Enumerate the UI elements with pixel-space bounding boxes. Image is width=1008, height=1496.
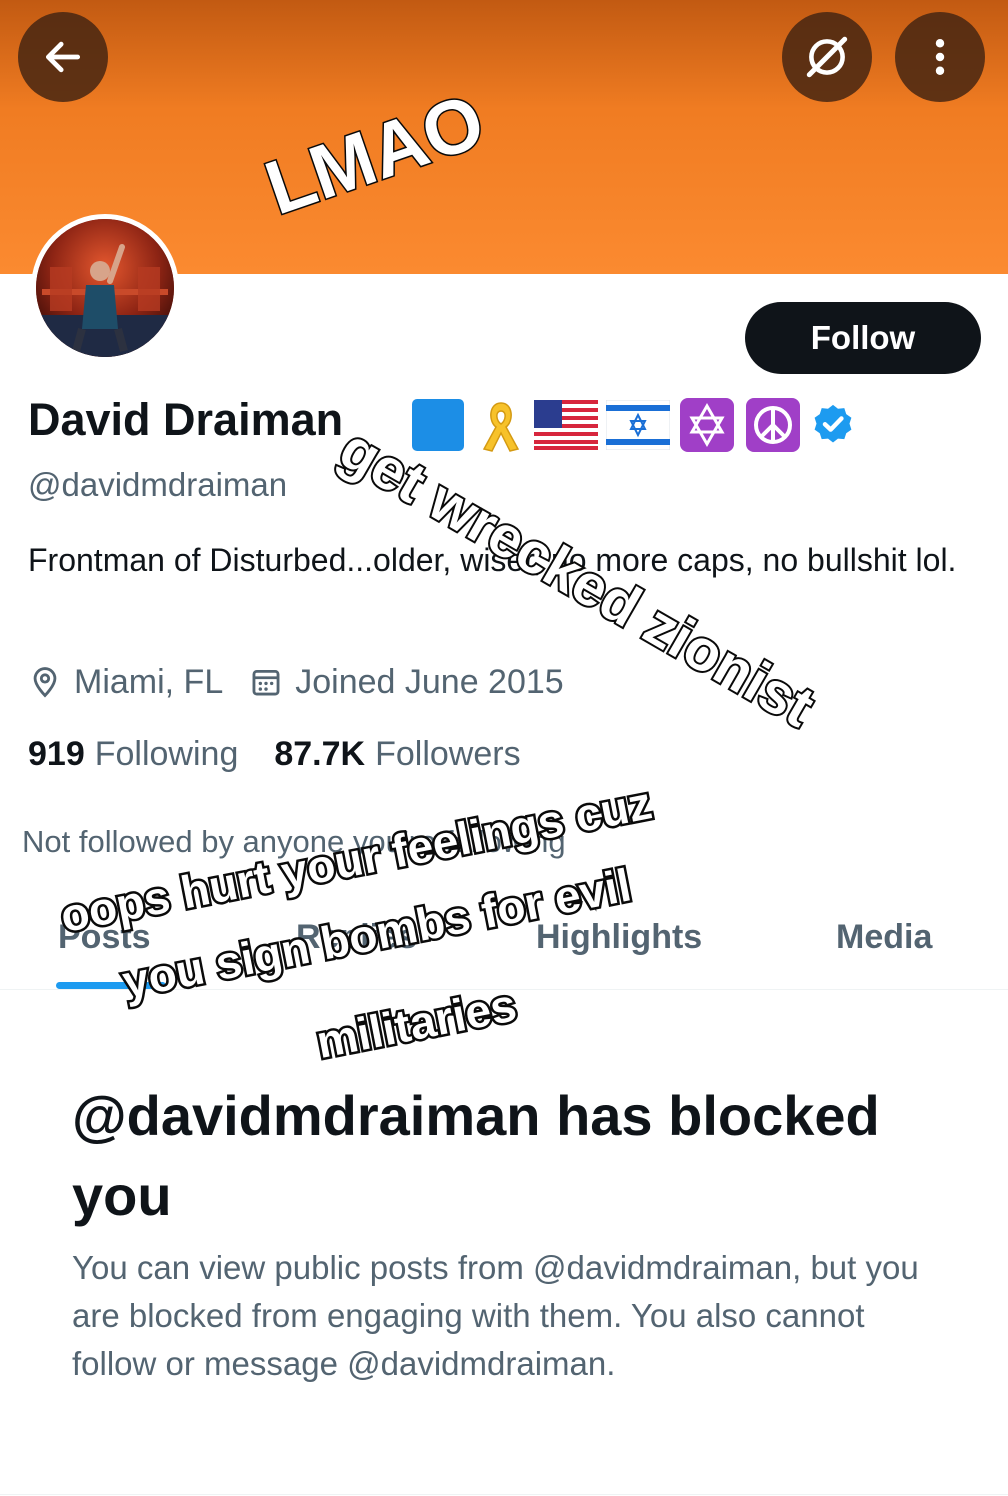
avatar-photo [36,219,174,357]
back-button[interactable] [18,12,108,102]
arrow-left-icon [45,41,81,73]
blocked-description: You can view public posts from @davidmdr… [72,1249,919,1382]
follow-button[interactable]: Follow [745,302,981,374]
caption-line-3: militaries [310,976,523,1071]
vertical-ellipsis-icon [935,39,945,75]
star-of-david-emoji [680,398,734,452]
bottom-divider [0,1494,1008,1495]
grok-icon [806,36,848,78]
more-options-button[interactable] [895,12,985,102]
israel-flag-emoji [606,400,670,450]
profile-joined: Joined June 2015 [295,662,564,701]
calendar-icon [252,669,280,696]
following-link[interactable]: 919 Following [28,735,238,774]
profile-location: Miami, FL [74,662,224,701]
tab-media[interactable]: Media [836,918,932,957]
following-label: Following [94,734,239,773]
us-flag-emoji [534,400,598,450]
followers-count: 87.7K [274,734,366,773]
yellow-ribbon-emoji [482,402,520,452]
following-count: 919 [28,734,85,773]
peace-symbol-emoji [746,398,800,452]
profile-meta: Miami, FL Joined June 2015 [28,660,564,704]
profile-stats: 919 Following 87.7K Followers [28,732,521,776]
profile-handle: @davidmdraiman [28,466,288,503]
followers-label: Followers [375,734,521,773]
verified-badge-icon[interactable] [810,402,856,448]
blocked-title: @davidmdraiman has blocked you [72,1084,880,1227]
location-pin-icon [33,667,57,698]
profile-name: David Draiman [28,394,344,445]
grok-button[interactable] [782,12,872,102]
profile-avatar[interactable] [31,214,179,362]
followers-link[interactable]: 87.7K Followers [274,735,520,774]
name-badges [408,396,856,454]
